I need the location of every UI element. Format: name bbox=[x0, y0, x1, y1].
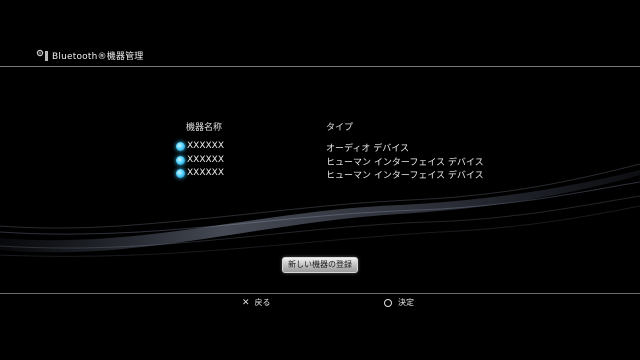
device-name: XXXXXX bbox=[187, 168, 224, 178]
device-status-icon bbox=[176, 169, 185, 178]
device-status-icon bbox=[176, 142, 185, 151]
register-new-device-button[interactable]: 新しい機器の登録 bbox=[282, 257, 358, 273]
footer-divider bbox=[0, 293, 640, 294]
gear-icon bbox=[36, 49, 44, 57]
page-header: Bluetooth®機器管理 bbox=[0, 46, 640, 66]
back-label: 戻る bbox=[254, 298, 271, 307]
device-row[interactable]: XXXXXX ヒューマン インターフェイス デバイス bbox=[176, 155, 496, 168]
device-name: XXXXXX bbox=[187, 141, 224, 151]
enter-button[interactable]: 決定 bbox=[384, 297, 414, 308]
cross-icon: ✕ bbox=[242, 297, 250, 308]
bluetooth-bar-icon bbox=[45, 51, 48, 61]
back-button[interactable]: ✕ 戻る bbox=[242, 297, 271, 308]
device-row[interactable]: XXXXXX オーディオ デバイス bbox=[176, 141, 496, 154]
device-name: XXXXXX bbox=[187, 155, 224, 165]
device-type: ヒューマン インターフェイス デバイス bbox=[326, 171, 484, 181]
device-type: ヒューマン インターフェイス デバイス bbox=[326, 158, 484, 168]
enter-label: 決定 bbox=[398, 298, 414, 307]
device-type: オーディオ デバイス bbox=[326, 144, 409, 154]
column-header-type: タイプ bbox=[326, 123, 354, 133]
device-row[interactable]: XXXXXX ヒューマン インターフェイス デバイス bbox=[176, 168, 496, 181]
header-divider bbox=[0, 66, 640, 67]
page-title: Bluetooth®機器管理 bbox=[52, 52, 144, 62]
circle-icon bbox=[384, 298, 392, 307]
device-status-icon bbox=[176, 156, 185, 165]
column-header-name: 機器名称 bbox=[186, 123, 223, 133]
